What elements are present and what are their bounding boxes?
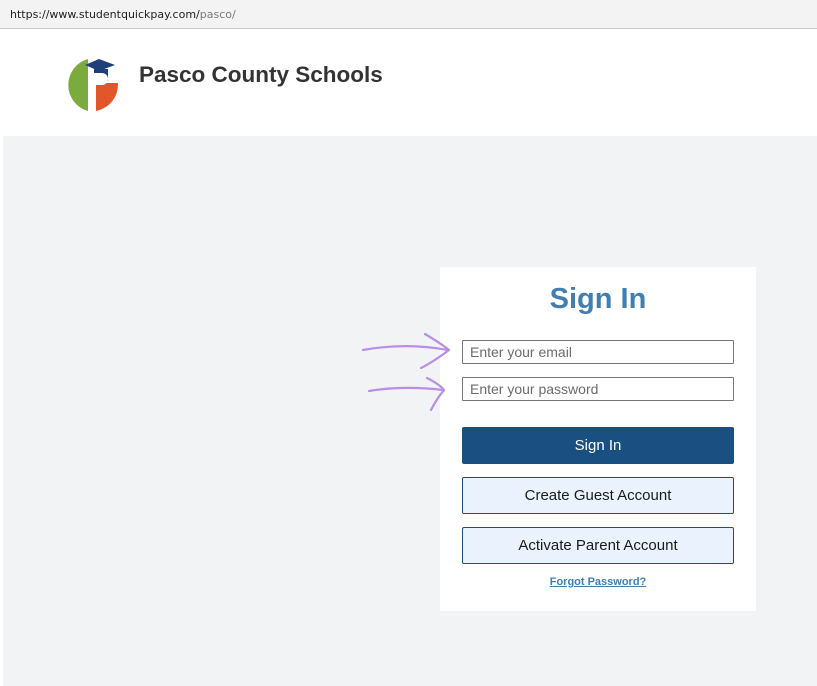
site-header: Pasco County Schools bbox=[0, 30, 817, 136]
create-guest-account-button[interactable]: Create Guest Account bbox=[462, 477, 734, 514]
sign-in-card: Sign In Sign In Create Guest Account Act… bbox=[440, 267, 756, 611]
activate-parent-account-button[interactable]: Activate Parent Account bbox=[462, 527, 734, 564]
password-field[interactable] bbox=[462, 377, 734, 401]
url-base: https://www.studentquickpay.com/ bbox=[10, 8, 200, 21]
page: https://www.studentquickpay.com/pasco/ P… bbox=[0, 0, 817, 686]
sign-in-button[interactable]: Sign In bbox=[462, 427, 734, 464]
sign-in-heading: Sign In bbox=[549, 283, 647, 315]
pasco-logo-icon[interactable] bbox=[62, 57, 122, 113]
email-field[interactable] bbox=[462, 340, 734, 364]
url-path: pasco/ bbox=[199, 8, 236, 21]
forgot-password-link[interactable]: Forgot Password? bbox=[440, 576, 756, 588]
site-title: Pasco County Schools bbox=[139, 62, 383, 87]
address-bar[interactable]: https://www.studentquickpay.com/pasco/ bbox=[0, 0, 817, 29]
